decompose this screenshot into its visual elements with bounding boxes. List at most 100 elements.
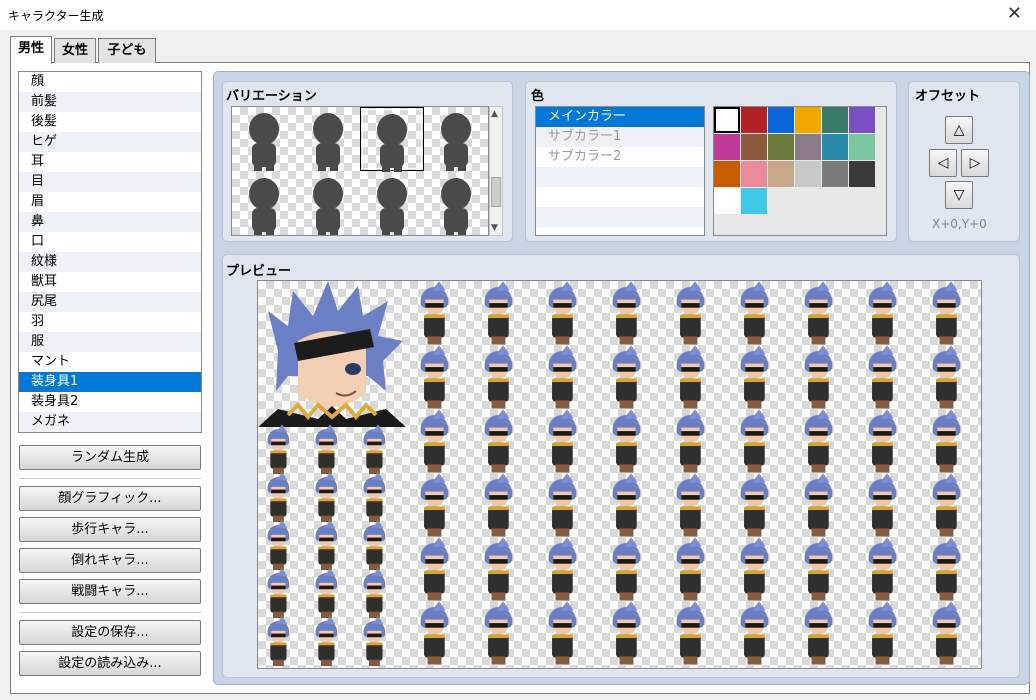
color-palette[interactable] [713,106,887,236]
character-sprite [544,345,579,409]
character-sprite [672,473,707,537]
character-sprite [416,281,451,345]
tab-female[interactable]: 女性 [54,38,96,63]
color-swatch[interactable] [849,107,875,133]
scroll-down-icon[interactable]: ▼ [491,223,498,233]
part-list-item[interactable]: 装身具2 [19,392,201,412]
variation-scrollbar[interactable]: ▲ ▼ [489,106,503,236]
part-list-item[interactable]: 前髪 [19,92,201,112]
part-list-item[interactable]: 装身具1 [19,372,201,392]
character-sprite [544,281,579,345]
offset-left-button[interactable]: ◁ [929,149,957,177]
part-list-item[interactable]: ヒゲ [19,132,201,152]
color-swatch[interactable] [822,134,848,160]
close-icon[interactable]: ✕ [1007,3,1022,24]
part-list-item[interactable]: 鼻 [19,212,201,232]
character-sprite [608,409,643,473]
face-graphic [258,281,406,427]
offset-down-button[interactable]: ▽ [945,181,973,209]
character-sprite [544,537,579,601]
part-list-item[interactable]: 尻尾 [19,292,201,312]
color-swatch[interactable] [822,107,848,133]
battle-chara-button[interactable]: 戦闘キャラ... [19,579,201,604]
color-swatch[interactable] [714,161,740,187]
color-swatch[interactable] [795,107,821,133]
character-sprite [608,281,643,345]
variation-option[interactable] [296,107,360,171]
part-list-item[interactable]: メガネ [19,412,201,432]
part-list-item[interactable]: 後髪 [19,112,201,132]
character-sprite [864,473,899,537]
character-sprite [264,472,291,522]
random-generate-button[interactable]: ランダム生成 [19,445,201,470]
character-sprite [736,345,771,409]
color-swatch[interactable] [741,134,767,160]
silhouette-icon [249,178,279,235]
color-swatch[interactable] [795,161,821,187]
window-title: キャラクター生成 [8,9,104,23]
character-sprite [864,345,899,409]
color-swatch[interactable] [849,161,875,187]
load-settings-button[interactable]: 設定の読み込み... [19,651,201,676]
color-swatch[interactable] [714,107,740,133]
character-sprite [416,537,451,601]
part-list-item[interactable]: 獣耳 [19,272,201,292]
variation-option[interactable] [360,107,424,172]
color-target-item[interactable]: サブカラー2 [536,147,704,167]
color-target-item[interactable]: サブカラー1 [536,127,704,147]
color-swatch[interactable] [741,188,767,214]
variation-option[interactable] [296,172,360,235]
scroll-up-icon[interactable]: ▲ [491,109,498,119]
variation-grid[interactable] [231,106,489,236]
color-swatch[interactable] [714,134,740,160]
walk-chara-button[interactable]: 歩行キャラ... [19,517,201,542]
character-sprite [360,520,387,570]
character-sprite [416,473,451,537]
part-list-item[interactable]: 顔 [19,72,201,92]
tab-male[interactable]: 男性 [10,36,52,64]
character-sprite [544,473,579,537]
color-swatch[interactable] [849,134,875,160]
part-list-item[interactable]: 耳 [19,152,201,172]
color-swatch[interactable] [822,161,848,187]
down-chara-button[interactable]: 倒れキャラ... [19,548,201,573]
part-list-item[interactable]: 口 [19,232,201,252]
part-list-item[interactable]: 紋様 [19,252,201,272]
parts-list[interactable]: 顔前髪 後髪 ヒゲ耳目眉鼻口紋様 獣耳 尻尾羽服マント 装身具1 装身具2 メガネ [18,71,202,433]
scroll-thumb[interactable] [491,177,501,207]
part-list-item[interactable]: 目 [19,172,201,192]
color-swatch[interactable] [768,161,794,187]
save-settings-button[interactable]: 設定の保存... [19,620,201,645]
part-list-item[interactable]: 羽 [19,312,201,332]
part-list-item[interactable]: 服 [19,332,201,352]
color-swatch[interactable] [741,161,767,187]
part-list-item[interactable]: マント [19,352,201,372]
color-target-item[interactable]: メインカラー [536,107,704,127]
part-list-item[interactable]: 眉 [19,192,201,212]
character-sprite [360,472,387,522]
variation-option[interactable] [232,107,296,171]
character-sprite [672,601,707,665]
color-swatch[interactable] [795,134,821,160]
character-sprite [544,409,579,473]
character-sprite [480,409,515,473]
variation-option[interactable] [232,172,296,235]
character-sprite [800,473,835,537]
variation-option[interactable] [360,172,424,235]
character-sprite [416,601,451,665]
color-swatch[interactable] [768,134,794,160]
character-sprite [312,568,339,618]
variation-option[interactable] [424,107,488,171]
character-sprite [928,537,963,601]
variation-option[interactable] [424,172,488,235]
offset-right-button[interactable]: ▷ [961,149,989,177]
color-swatch[interactable] [741,107,767,133]
tab-child[interactable]: 子ども [98,38,156,63]
color-swatch[interactable] [714,188,740,214]
color-target-list[interactable]: メインカラー サブカラー1 サブカラー2 [535,106,705,236]
character-sprite [864,601,899,665]
color-swatch[interactable] [768,107,794,133]
offset-up-button[interactable]: △ [945,116,973,144]
face-graphic-button[interactable]: 顔グラフィック... [19,486,201,511]
character-sprite [360,424,387,474]
